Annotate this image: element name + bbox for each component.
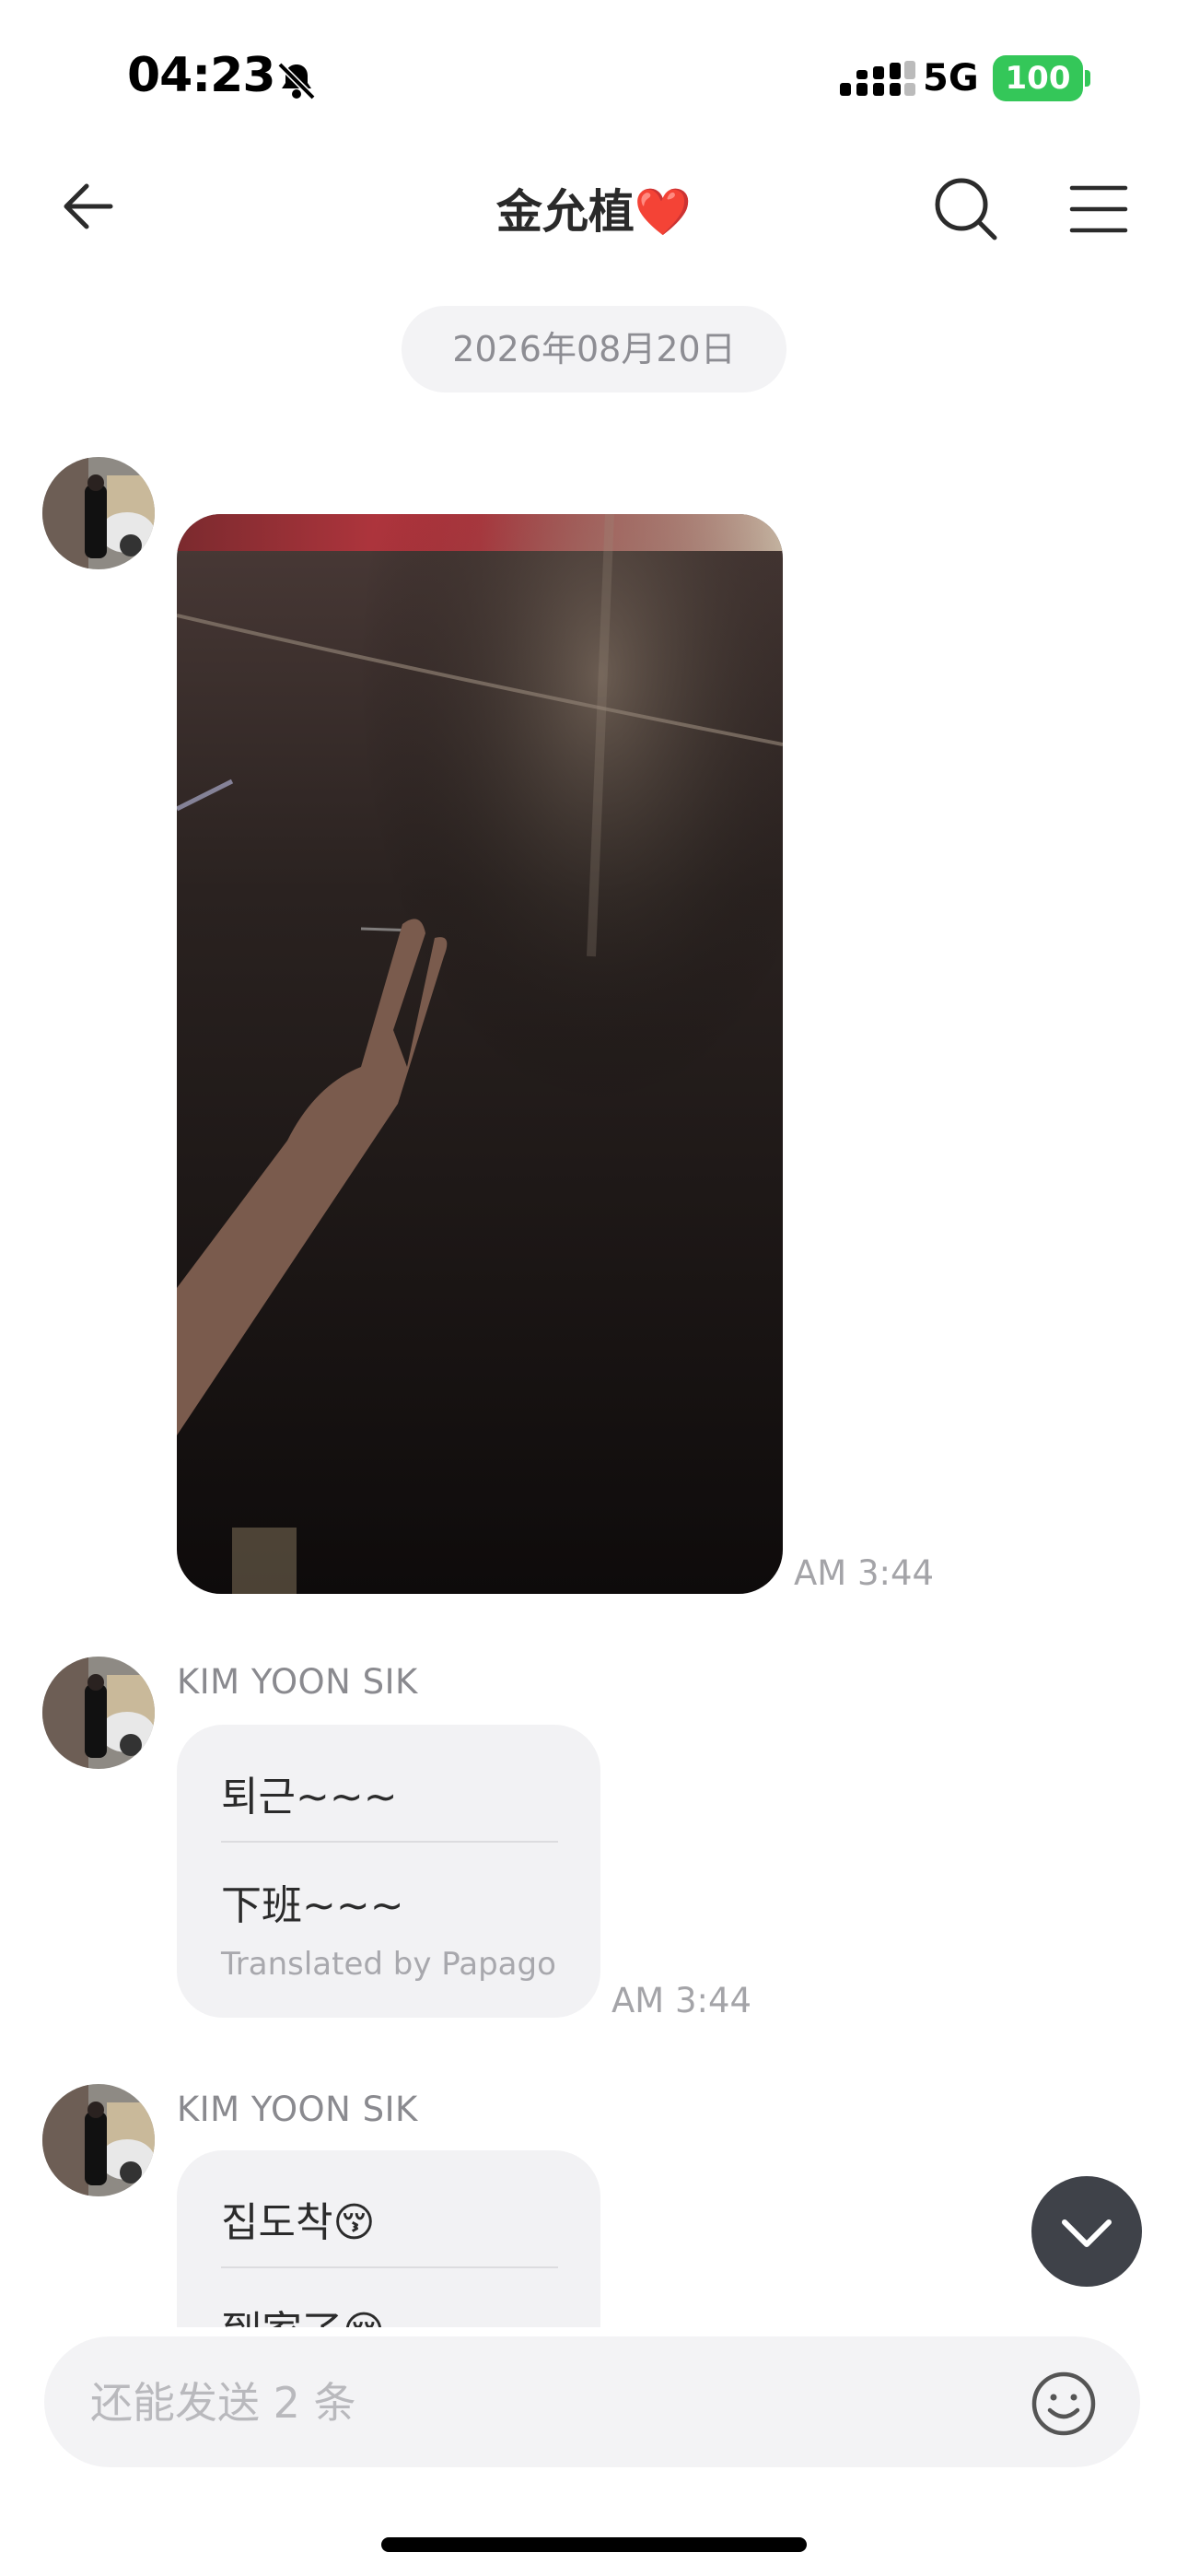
battery-tip: [1085, 70, 1090, 87]
avatar[interactable]: [42, 457, 155, 569]
original-text: 퇴근~~~: [221, 1774, 398, 1821]
signal-icon: [840, 61, 915, 96]
message-bubble[interactable]: 퇴근~~~ 下班~~~ Translated by Papago: [177, 1725, 600, 2018]
translated-text: 到家了😚: [221, 2298, 385, 2327]
avatar-image: [42, 1657, 155, 1769]
translation-note: Translated by Papago: [221, 1946, 556, 1983]
translation-divider: [221, 2266, 558, 2268]
bell-slash-icon: [277, 62, 316, 100]
chat-title: 金允植❤️: [0, 175, 1188, 241]
date-separator: 2026年08月20日: [402, 306, 786, 392]
heart-emoji: ❤️: [634, 185, 693, 239]
avatar-image: [42, 457, 155, 569]
message-timestamp: AM 3:44: [794, 1553, 935, 1593]
search-icon[interactable]: [930, 173, 1002, 245]
status-time: 04:23: [127, 48, 276, 103]
avatar[interactable]: [42, 1657, 155, 1769]
photo-image: [177, 514, 783, 1594]
chat-clip: 집도착😚 到家了😚: [0, 2150, 1188, 2327]
original-text: 집도착😚: [221, 2199, 376, 2246]
message-input[interactable]: [88, 2336, 976, 2469]
translated-text: 下班~~~: [221, 1882, 404, 1929]
sender-name: KIM YOON SIK: [177, 1662, 418, 1702]
photo-message[interactable]: [177, 514, 783, 1594]
emoji-icon[interactable]: [1030, 2370, 1098, 2438]
network-type: 5G: [923, 57, 979, 100]
scroll-down-button[interactable]: [1031, 2176, 1142, 2287]
battery-icon: 100: [993, 55, 1083, 101]
chevron-down-icon: [1062, 2219, 1112, 2247]
message-bubble[interactable]: 집도착😚 到家了😚: [177, 2150, 600, 2327]
translation-divider: [221, 1841, 558, 1843]
message-timestamp: AM 3:44: [611, 1981, 752, 2020]
message-input-bar: [44, 2336, 1140, 2469]
home-indicator: [381, 2537, 807, 2552]
chat-title-name: 金允植: [495, 185, 635, 239]
sender-name: KIM YOON SIK: [177, 2090, 418, 2129]
menu-icon[interactable]: [1066, 177, 1131, 241]
